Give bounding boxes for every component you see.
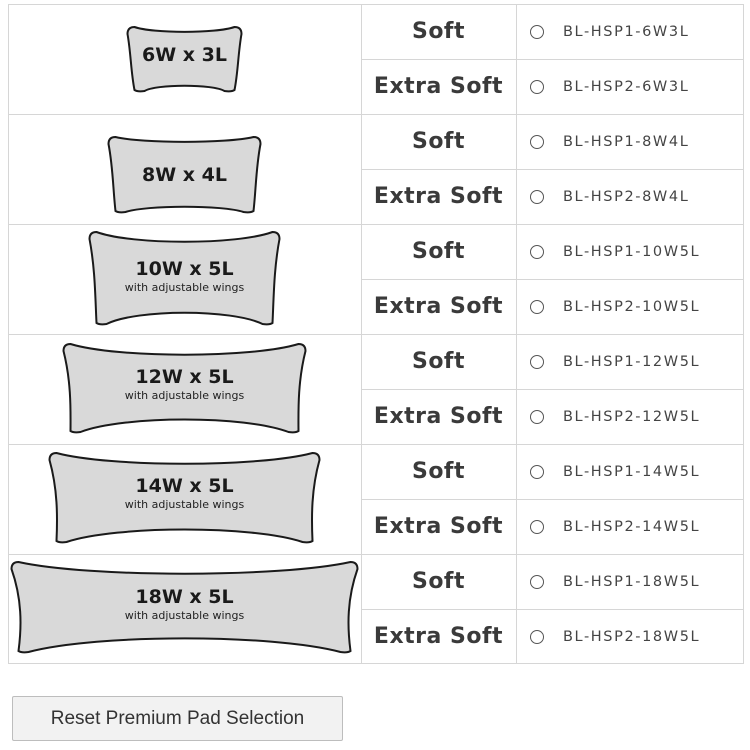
sku-option[interactable]: BL-HSP2-18W5L — [516, 609, 744, 664]
radio-button-icon[interactable] — [530, 519, 544, 534]
firmness-label: Soft — [411, 459, 466, 484]
firmness-label: Soft — [411, 129, 466, 154]
pad-size-cell: 14W x 5L with adjustable wings — [8, 444, 361, 554]
firmness-cell: Extra Soft — [361, 389, 516, 444]
sku-label: BL-HSP2-12W5L — [563, 408, 701, 425]
sku-option[interactable]: BL-HSP2-6W3L — [516, 59, 744, 114]
firmness-label: Extra Soft — [373, 404, 504, 429]
radio-button-icon[interactable] — [530, 79, 544, 94]
sku-option[interactable]: BL-HSP1-18W5L — [516, 554, 744, 609]
pad-size-cell: 18W x 5L with adjustable wings — [8, 554, 361, 664]
firmness-label: Soft — [411, 569, 466, 594]
firmness-cell: Soft — [361, 4, 516, 59]
pad-note-label: with adjustable wings — [124, 498, 245, 511]
pad-selection-table: 6W x 3L Soft BL-HSP1-6W3L Extra Soft BL-HSP2… — [8, 4, 744, 664]
pad-size-label: 18W x 5L — [135, 586, 234, 608]
radio-button-icon[interactable] — [530, 629, 544, 644]
pad-note-label: with adjustable wings — [124, 389, 245, 402]
sku-option[interactable]: BL-HSP1-8W4L — [516, 114, 744, 169]
pad-size-cell: 10W x 5L with adjustable wings — [8, 224, 361, 334]
pad-size-cell: 12W x 5L with adjustable wings — [8, 334, 361, 444]
sku-option[interactable]: BL-HSP1-14W5L — [516, 444, 744, 499]
firmness-cell: Extra Soft — [361, 609, 516, 664]
sku-label: BL-HSP1-14W5L — [563, 463, 701, 480]
firmness-cell: Extra Soft — [361, 59, 516, 114]
firmness-cell: Soft — [361, 224, 516, 279]
sku-label: BL-HSP2-8W4L — [563, 188, 690, 205]
pad-note-label: with adjustable wings — [124, 281, 245, 294]
radio-button-icon[interactable] — [530, 244, 544, 259]
firmness-label: Extra Soft — [373, 624, 504, 649]
radio-button-icon[interactable] — [530, 354, 544, 369]
firmness-label: Extra Soft — [373, 514, 504, 539]
radio-button-icon[interactable] — [530, 134, 544, 149]
firmness-cell: Extra Soft — [361, 279, 516, 334]
sku-option[interactable]: BL-HSP2-14W5L — [516, 499, 744, 554]
radio-button-icon[interactable] — [530, 24, 544, 39]
sku-option[interactable]: BL-HSP2-10W5L — [516, 279, 744, 334]
radio-button-icon[interactable] — [530, 299, 544, 314]
firmness-label: Extra Soft — [373, 184, 504, 209]
sku-label: BL-HSP1-8W4L — [563, 133, 690, 150]
pad-size-cell: 6W x 3L — [8, 4, 361, 114]
firmness-cell: Soft — [361, 444, 516, 499]
radio-button-icon[interactable] — [530, 409, 544, 424]
firmness-label: Soft — [411, 349, 466, 374]
sku-option[interactable]: BL-HSP1-12W5L — [516, 334, 744, 389]
radio-button-icon[interactable] — [530, 574, 544, 589]
pad-note-label: with adjustable wings — [124, 609, 245, 622]
pad-size-label: 8W x 4L — [142, 164, 227, 186]
radio-button-icon[interactable] — [530, 189, 544, 204]
sku-label: BL-HSP2-6W3L — [563, 78, 690, 95]
firmness-cell: Soft — [361, 114, 516, 169]
reset-pad-selection-button[interactable]: Reset Premium Pad Selection — [12, 696, 343, 741]
sku-option[interactable]: BL-HSP1-6W3L — [516, 4, 744, 59]
firmness-label: Soft — [411, 239, 466, 264]
sku-label: BL-HSP1-10W5L — [563, 243, 701, 260]
pad-size-label: 10W x 5L — [135, 258, 234, 280]
radio-button-icon[interactable] — [530, 464, 544, 479]
sku-label: BL-HSP1-12W5L — [563, 353, 701, 370]
sku-label: BL-HSP2-14W5L — [563, 518, 701, 535]
sku-option[interactable]: BL-HSP2-8W4L — [516, 169, 744, 224]
firmness-label: Soft — [411, 19, 466, 44]
sku-option[interactable]: BL-HSP2-12W5L — [516, 389, 744, 444]
firmness-cell: Soft — [361, 334, 516, 389]
pad-size-label: 6W x 3L — [142, 44, 227, 66]
pad-size-label: 14W x 5L — [135, 475, 234, 497]
sku-option[interactable]: BL-HSP1-10W5L — [516, 224, 744, 279]
pad-size-cell: 8W x 4L — [8, 114, 361, 224]
sku-label: BL-HSP2-18W5L — [563, 628, 701, 645]
sku-label: BL-HSP1-18W5L — [563, 573, 701, 590]
sku-label: BL-HSP1-6W3L — [563, 23, 690, 40]
firmness-cell: Extra Soft — [361, 169, 516, 224]
firmness-label: Extra Soft — [373, 294, 504, 319]
sku-label: BL-HSP2-10W5L — [563, 298, 701, 315]
firmness-label: Extra Soft — [373, 74, 504, 99]
firmness-cell: Soft — [361, 554, 516, 609]
pad-size-label: 12W x 5L — [135, 366, 234, 388]
firmness-cell: Extra Soft — [361, 499, 516, 554]
